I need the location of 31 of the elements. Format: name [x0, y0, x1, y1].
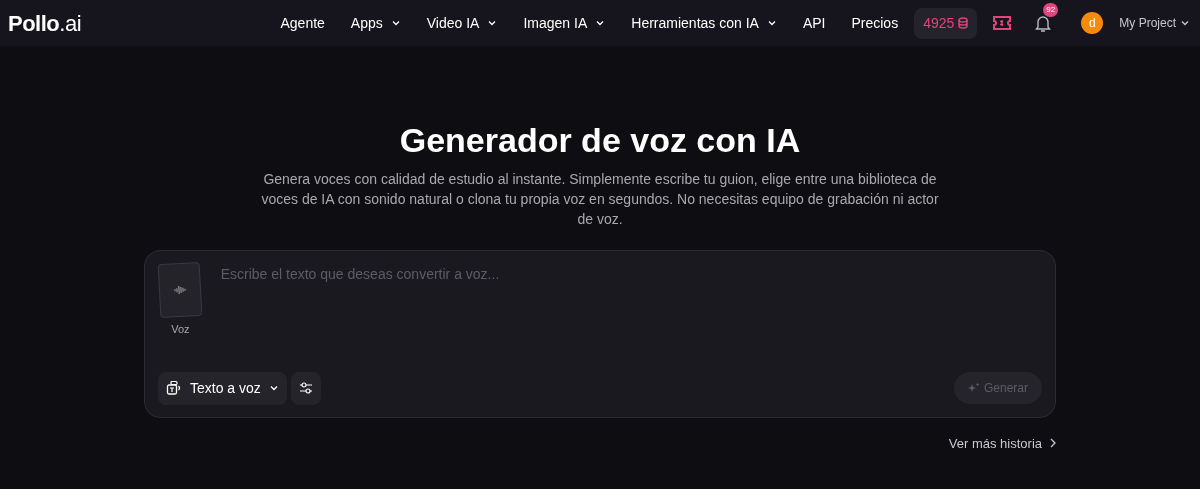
credits-badge[interactable]: 4925 [914, 7, 978, 39]
caret-icon [390, 18, 401, 28]
nav-link[interactable]: Imagen IA [523, 12, 606, 34]
nav-link[interactable]: Herramientas con IA [631, 12, 777, 34]
mode-dropdown[interactable]: Texto a voz [158, 371, 287, 405]
nav-link[interactable]: Precios [851, 12, 899, 34]
sliders-icon [298, 381, 313, 396]
nav-link[interactable]: API [802, 12, 826, 34]
notification-button[interactable]: 92 [1035, 3, 1058, 35]
coins-icon [958, 17, 969, 29]
bell-icon [1035, 14, 1052, 33]
settings-button[interactable] [290, 371, 321, 405]
caret-icon [766, 18, 777, 28]
notification-count: 92 [1043, 3, 1059, 17]
nav-link[interactable]: Apps [350, 12, 401, 34]
text-input[interactable]: Escribe el texto que deseas convertir a voz... [218, 262, 1042, 286]
text-to-speech-icon [166, 380, 182, 397]
ticket-icon[interactable] [993, 16, 1012, 30]
history-link[interactable]: Ver más historia [948, 433, 1056, 454]
voice-label: Voz [171, 321, 190, 337]
waveform-icon [174, 284, 187, 295]
project-menu[interactable]: My Project [1119, 14, 1190, 32]
caret-icon [595, 18, 606, 28]
page-description: Genera voces con calidad de estudio al instante. Simplemente escribe tu guion, elige entre una biblioteca de voces de IA con sonido natural o clona tu propia voz en segundos. No necesitas equipo de grabación ni actor de voz. [260, 169, 940, 230]
caret-icon [1180, 18, 1190, 28]
nav-link[interactable]: Agente [280, 12, 325, 34]
logo[interactable]: Pollo.ai [8, 6, 82, 40]
caret-icon [487, 18, 498, 28]
page-title: Generador de voz con IA [399, 120, 801, 161]
chevron-right-icon [1050, 438, 1056, 449]
nav-link[interactable]: Video IA [426, 12, 498, 34]
